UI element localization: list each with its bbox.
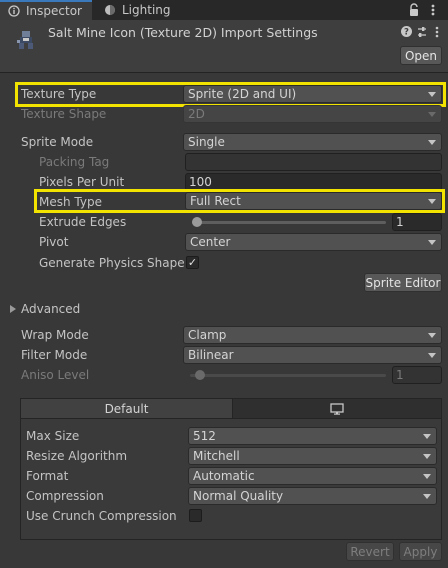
- chevron-down-icon: [428, 333, 436, 338]
- asset-title: Salt Mine Icon (Texture 2D) Import Setti…: [48, 25, 318, 40]
- wrap-mode-label: Wrap Mode: [21, 328, 89, 342]
- filter-mode-value: Bilinear: [188, 348, 234, 362]
- max-size-dropdown[interactable]: 512: [188, 427, 437, 445]
- mesh-type-label: Mesh Type: [39, 195, 102, 209]
- format-dropdown[interactable]: Automatic: [188, 467, 437, 485]
- component-menu-icon[interactable]: [434, 26, 440, 38]
- monitor-icon: [330, 402, 344, 415]
- filter-mode-dropdown[interactable]: Bilinear: [183, 346, 442, 364]
- chevron-down-icon: [428, 240, 436, 245]
- chevron-down-icon: [428, 92, 436, 97]
- info-icon: [8, 5, 20, 17]
- use-crunch-compression-checkbox[interactable]: [189, 509, 202, 522]
- resize-algorithm-value: Mitchell: [193, 449, 240, 463]
- presets-icon[interactable]: [416, 26, 428, 38]
- extrude-edges-slider-track[interactable]: [192, 221, 386, 224]
- advanced-foldout-label[interactable]: Advanced: [21, 302, 80, 316]
- resize-algorithm-label: Resize Algorithm: [26, 449, 128, 463]
- texture-type-label: Texture Type: [21, 87, 97, 101]
- tab-default-label: Default: [104, 401, 149, 416]
- wrap-mode-value: Clamp: [188, 328, 227, 342]
- extrude-edges-field[interactable]: 1: [392, 213, 442, 231]
- packing-tag-label: Packing Tag: [39, 155, 110, 169]
- wrap-mode-dropdown[interactable]: Clamp: [183, 326, 442, 344]
- sprite-editor-button[interactable]: Sprite Editor: [364, 273, 442, 292]
- aniso-level-field: 1: [392, 366, 442, 384]
- revert-button[interactable]: Revert: [346, 542, 394, 561]
- foldout-arrow-icon[interactable]: [10, 305, 16, 313]
- chevron-down-icon: [423, 454, 431, 459]
- pixels-per-unit-value: 100: [189, 175, 212, 189]
- max-size-value: 512: [193, 429, 216, 443]
- use-crunch-compression-label: Use Crunch Compression: [26, 509, 177, 523]
- pivot-label: Pivot: [39, 235, 69, 249]
- sprite-mode-dropdown[interactable]: Single: [183, 133, 442, 151]
- extrude-edges-value: 1: [396, 215, 404, 229]
- packing-tag-field: [185, 153, 442, 171]
- chevron-down-icon: [428, 199, 436, 204]
- format-label: Format: [26, 469, 69, 483]
- pivot-value: Center: [190, 235, 231, 249]
- chevron-down-icon: [423, 474, 431, 479]
- pixels-per-unit-label: Pixels Per Unit: [39, 175, 125, 189]
- sprite-mode-value: Single: [188, 135, 225, 149]
- tab-lighting-label: Lighting: [122, 3, 171, 17]
- chevron-down-icon: [423, 434, 431, 439]
- compression-label: Compression: [26, 489, 104, 503]
- tab-inspector[interactable]: Inspector: [0, 0, 92, 20]
- compression-value: Normal Quality: [193, 489, 284, 503]
- chevron-down-icon: [428, 353, 436, 358]
- chevron-down-icon: [423, 494, 431, 499]
- tab-lighting[interactable]: Lighting: [96, 0, 196, 20]
- chevron-down-icon: [428, 112, 436, 117]
- generate-physics-shape-label: Generate Physics Shape: [39, 256, 185, 270]
- apply-button[interactable]: Apply: [399, 542, 442, 561]
- tab-standalone-platform[interactable]: [232, 399, 441, 419]
- tab-menu-icon[interactable]: [430, 3, 436, 17]
- lighting-icon: [104, 4, 116, 16]
- tab-inspector-label: Inspector: [26, 4, 82, 18]
- max-size-label: Max Size: [26, 429, 80, 443]
- texture-shape-value: 2D: [188, 107, 205, 121]
- resize-algorithm-dropdown[interactable]: Mitchell: [188, 447, 437, 465]
- texture-shape-dropdown: 2D: [183, 105, 442, 123]
- svg-text:?: ?: [404, 28, 409, 37]
- format-value: Automatic: [193, 469, 255, 483]
- chevron-down-icon: [428, 140, 436, 145]
- open-button[interactable]: Open: [400, 46, 442, 65]
- asset-icon: [14, 28, 38, 52]
- lock-icon[interactable]: [408, 3, 420, 17]
- aniso-level-slider-thumb: [195, 370, 205, 380]
- extrude-edges-label: Extrude Edges: [39, 215, 127, 229]
- mesh-type-dropdown[interactable]: Full Rect: [185, 192, 442, 210]
- filter-mode-label: Filter Mode: [21, 348, 88, 362]
- texture-shape-label: Texture Shape: [21, 107, 107, 121]
- compression-dropdown[interactable]: Normal Quality: [188, 487, 437, 505]
- mesh-type-value: Full Rect: [190, 194, 241, 208]
- aniso-level-value: 1: [396, 368, 404, 382]
- help-icon[interactable]: ?: [401, 26, 412, 38]
- generate-physics-shape-checkbox[interactable]: ✓: [186, 256, 199, 269]
- texture-type-dropdown[interactable]: Sprite (2D and UI): [183, 85, 442, 103]
- sprite-mode-label: Sprite Mode: [21, 135, 94, 149]
- aniso-level-label: Aniso Level: [21, 368, 90, 382]
- tab-default-platform[interactable]: Default: [21, 399, 232, 419]
- aniso-level-slider-track: [190, 374, 386, 377]
- pivot-dropdown[interactable]: Center: [185, 233, 442, 251]
- extrude-edges-slider-thumb[interactable]: [192, 217, 202, 227]
- texture-type-value: Sprite (2D and UI): [188, 87, 297, 101]
